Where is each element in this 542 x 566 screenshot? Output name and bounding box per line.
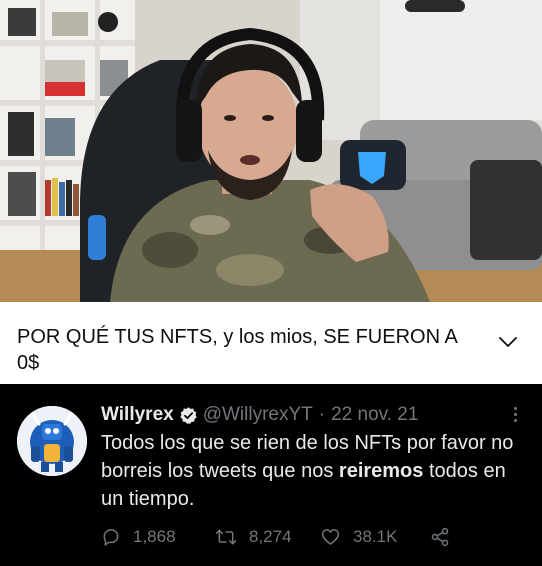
retweet-button[interactable]: 8,274 — [215, 524, 292, 550]
tweet-date[interactable]: 22 nov. 21 — [331, 404, 418, 426]
tweet-card[interactable]: Willyrex @WillyrexYT · 22 nov. 21 Todos … — [0, 384, 542, 566]
video-title[interactable]: POR QUÉ TUS NFTS, y los mios, SE FUERON … — [17, 324, 467, 376]
tweet-header: Willyrex @WillyrexYT · 22 nov. 21 — [101, 402, 418, 428]
video-title-bar: POR QUÉ TUS NFTS, y los mios, SE FUERON … — [0, 302, 542, 384]
user-handle[interactable]: @WillyrexYT — [203, 404, 313, 426]
tweet-text-bold: reiremos — [338, 460, 424, 482]
tweet-actions: 1,868 8,274 38.1K — [101, 524, 521, 550]
expand-description-button[interactable] — [494, 328, 522, 356]
like-count: 38.1K — [353, 527, 398, 546]
separator-dot: · — [318, 404, 326, 425]
video-frame[interactable] — [0, 0, 542, 302]
video-still-image — [0, 0, 542, 302]
reply-count: 1,868 — [133, 527, 176, 546]
reply-button[interactable]: 1,868 — [101, 524, 176, 550]
verified-badge-icon — [179, 406, 198, 425]
avatar[interactable] — [17, 406, 87, 476]
heart-icon — [321, 529, 340, 545]
chevron-down-icon — [499, 337, 517, 347]
retweet-icon — [215, 529, 237, 545]
avatar-robot-icon — [17, 406, 87, 476]
more-options-icon[interactable] — [505, 402, 525, 426]
like-button[interactable]: 38.1K — [320, 524, 397, 550]
retweet-count: 8,274 — [249, 527, 292, 546]
share-icon — [431, 527, 449, 547]
tweet-text: Todos los que se rien de los NFTs por fa… — [101, 429, 531, 513]
share-button[interactable] — [429, 524, 463, 550]
reply-icon — [103, 529, 119, 546]
display-name[interactable]: Willyrex — [101, 404, 174, 426]
